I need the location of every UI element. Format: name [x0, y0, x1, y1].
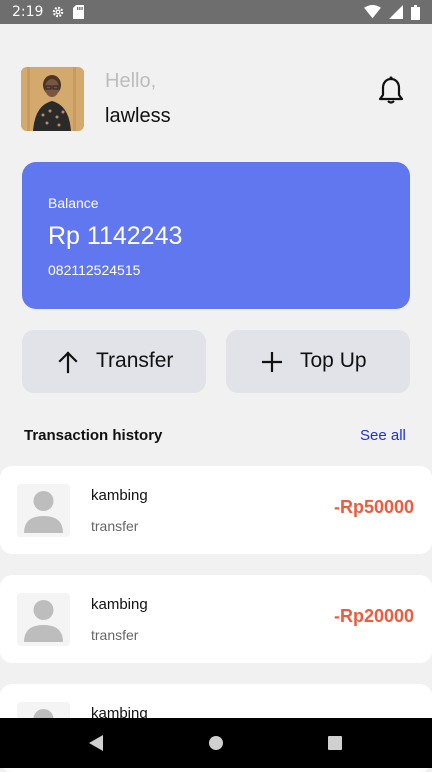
greeting-text: Hello, [105, 70, 157, 92]
avatar[interactable] [21, 67, 84, 131]
header: Hello, lawless [21, 67, 411, 131]
user-placeholder-icon [17, 484, 70, 537]
transaction-item[interactable]: kambing transfer -Rp50000 [0, 466, 432, 554]
balance-card: Balance Rp 1142243 082112524515 [22, 162, 410, 309]
top-up-label: Top Up [300, 349, 367, 372]
status-time: 2:19 [12, 4, 44, 20]
bell-icon[interactable] [378, 76, 404, 104]
balance-amount: Rp 1142243 [48, 222, 183, 250]
username-text: lawless [105, 105, 171, 127]
transaction-amount: -Rp20000 [333, 606, 414, 626]
transaction-history-title: Transaction history [24, 427, 163, 444]
battery-icon [411, 4, 420, 20]
transfer-button[interactable]: Transfer [22, 330, 206, 393]
user-placeholder-icon [17, 593, 70, 646]
balance-label: Balance [48, 195, 99, 211]
sd-card-icon [73, 5, 85, 19]
wifi-icon [364, 5, 381, 19]
status-bar: 2:19 [0, 0, 432, 24]
transaction-name: kambing [91, 487, 148, 504]
transfer-label: Transfer [96, 349, 174, 372]
top-up-button[interactable]: Top Up [226, 330, 410, 393]
recents-icon[interactable] [327, 734, 343, 752]
account-phone: 082112524515 [48, 262, 141, 278]
settings-icon [53, 6, 64, 18]
home-icon[interactable] [208, 734, 224, 752]
signal-icon [389, 5, 403, 19]
transaction-amount: -Rp50000 [333, 497, 414, 517]
see-all-link[interactable]: See all [360, 427, 406, 444]
back-icon[interactable] [88, 734, 104, 752]
transaction-type: transfer [91, 627, 139, 643]
transaction-item[interactable]: kambing transfer -Rp20000 [0, 575, 432, 663]
transaction-type: transfer [91, 518, 139, 534]
arrow-up-icon [58, 351, 78, 374]
navigation-bar [0, 718, 432, 768]
transaction-name: kambing [91, 596, 148, 613]
plus-icon [262, 352, 282, 372]
